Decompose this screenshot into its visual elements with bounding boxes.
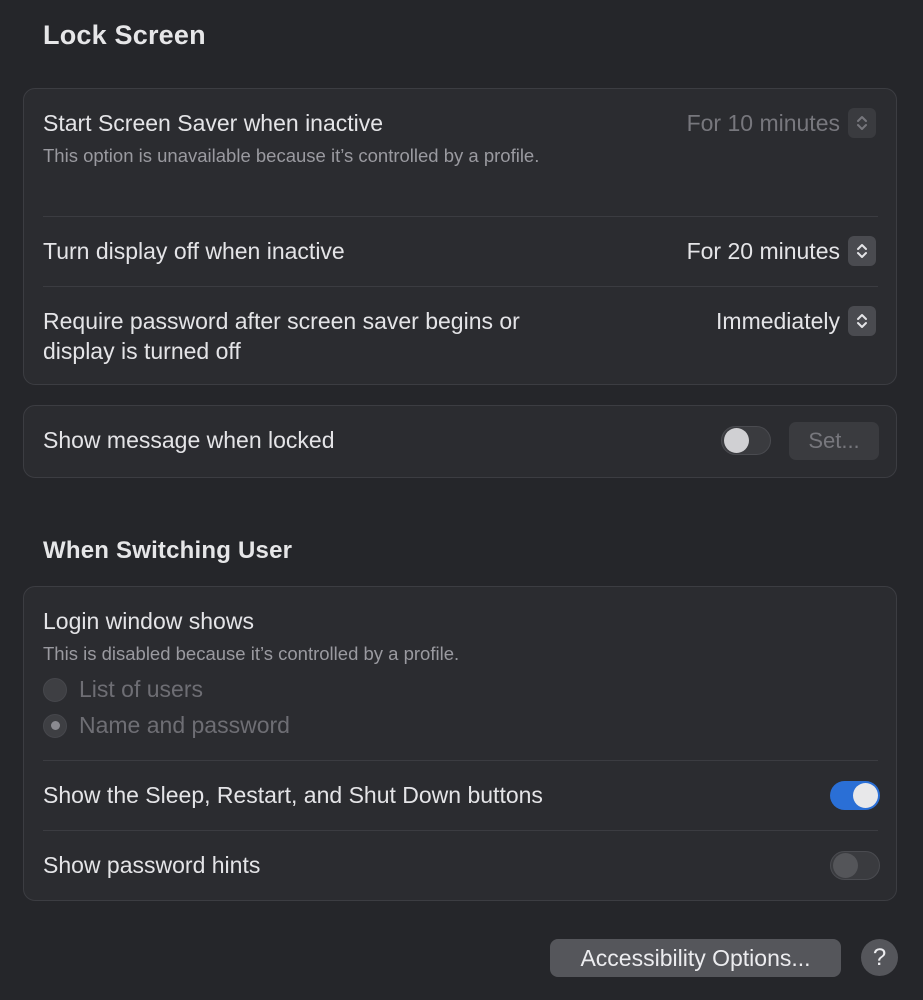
chevron-up-down-icon	[848, 108, 876, 138]
display-off-label: Turn display off when inactive	[43, 238, 345, 264]
radio-button	[43, 677, 67, 702]
display-off-row: Turn display off when inactive For 20 mi…	[24, 216, 896, 286]
require-password-popup[interactable]: Immediately	[716, 306, 876, 336]
screen-saver-value: For 10 minutes	[686, 109, 840, 136]
password-hints-row: Show password hints	[24, 830, 896, 900]
password-hints-toggle[interactable]	[830, 851, 880, 880]
login-window-note: This is disabled because it’s controlled…	[43, 643, 460, 664]
display-off-popup[interactable]: For 20 minutes	[687, 236, 876, 266]
screen-saver-row: Start Screen Saver when inactive This op…	[24, 89, 896, 216]
login-window-row: Login window shows This is disabled beca…	[24, 587, 896, 760]
require-password-row: Require password after screen saver begi…	[24, 286, 896, 384]
require-password-label-line1: Require password after screen saver begi…	[43, 308, 520, 334]
display-off-value: For 20 minutes	[686, 237, 840, 264]
show-message-toggle[interactable]	[721, 426, 771, 455]
require-password-value: Immediately	[716, 307, 840, 334]
sleep-restart-label: Show the Sleep, Restart, and Shut Down b…	[43, 782, 543, 808]
settings-page: Lock Screen Start Screen Saver when inac…	[0, 0, 923, 1000]
chevron-up-down-icon	[848, 306, 876, 336]
lock-screen-title: Lock Screen	[43, 20, 206, 50]
password-hints-label: Show password hints	[43, 852, 261, 878]
toggle-knob	[833, 853, 858, 878]
radio-list-of-users[interactable]: List of users	[43, 676, 203, 703]
show-message-group: Show message when locked Set...	[23, 405, 897, 478]
switching-user-title: When Switching User	[43, 537, 293, 564]
chevron-up-down-icon	[848, 236, 876, 266]
screen-saver-popup[interactable]: For 10 minutes	[687, 108, 876, 138]
screen-saver-label: Start Screen Saver when inactive	[43, 110, 384, 136]
lock-screen-group: Start Screen Saver when inactive This op…	[23, 88, 897, 385]
require-password-label-line2: display is turned off	[43, 338, 241, 364]
screen-saver-note: This option is unavailable because it’s …	[43, 145, 540, 166]
set-message-button[interactable]: Set...	[789, 422, 879, 460]
login-window-label: Login window shows	[43, 608, 254, 634]
help-button[interactable]: ?	[861, 939, 898, 976]
switching-user-group: Login window shows This is disabled beca…	[23, 586, 897, 901]
radio-label: Name and password	[79, 712, 290, 738]
accessibility-options-button[interactable]: Accessibility Options...	[550, 939, 841, 977]
radio-button-selected	[43, 713, 67, 738]
show-message-row: Show message when locked Set...	[24, 406, 896, 477]
toggle-knob	[853, 783, 878, 808]
radio-label: List of users	[79, 676, 203, 702]
radio-name-and-password[interactable]: Name and password	[43, 712, 290, 739]
toggle-knob	[724, 428, 749, 453]
question-mark-icon: ?	[872, 943, 887, 971]
sleep-restart-row: Show the Sleep, Restart, and Shut Down b…	[24, 760, 896, 830]
show-message-label: Show message when locked	[43, 427, 335, 453]
sleep-restart-toggle[interactable]	[830, 781, 880, 810]
